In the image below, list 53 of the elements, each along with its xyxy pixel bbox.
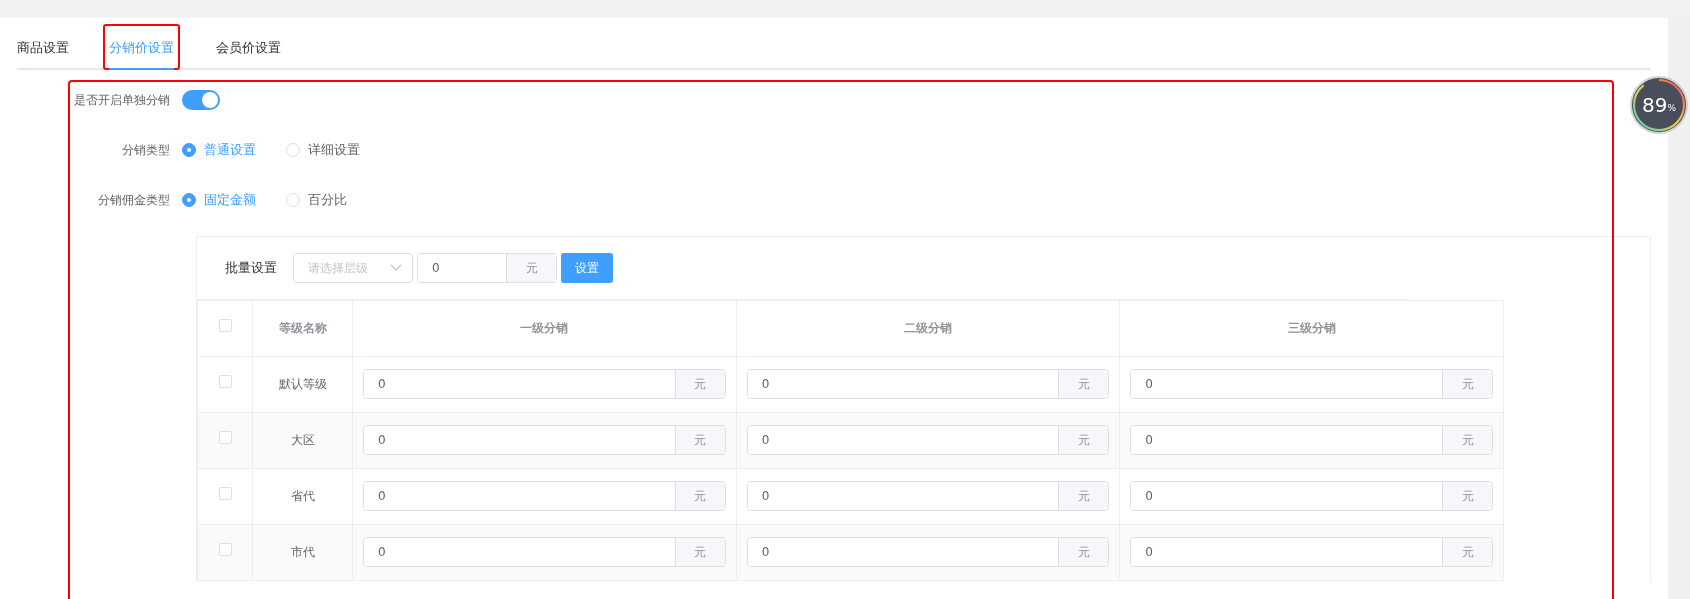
amount-field[interactable]: 0 元 <box>746 537 1110 567</box>
amount-field[interactable]: 0 元 <box>363 537 726 567</box>
amount-field[interactable]: 0 元 <box>746 425 1110 455</box>
tab[interactable]: 会员价设置 <box>216 30 281 70</box>
amount-field[interactable]: 0 元 <box>1130 425 1493 455</box>
checkbox[interactable] <box>218 375 232 388</box>
checkbox[interactable] <box>218 319 232 332</box>
unit-label: 元 <box>674 538 725 566</box>
unit-label: 元 <box>1442 370 1492 398</box>
amount-field[interactable]: 0 元 <box>1130 481 1493 511</box>
progress-ring-icon <box>1630 76 1688 134</box>
checkbox[interactable] <box>218 431 232 444</box>
amount-field[interactable]: 0 元 <box>363 369 726 399</box>
column-header: 三级分销 <box>1119 300 1504 356</box>
column-header: 一级分销 <box>352 300 737 356</box>
select-placeholder: 请选择层级 <box>308 259 368 277</box>
percent-value: 89 <box>1642 92 1668 119</box>
checkbox[interactable] <box>218 487 232 500</box>
unit-label: 元 <box>1442 482 1492 510</box>
field-label: 分销佣金类型 <box>97 191 171 209</box>
field-label: 是否开启单独分销 <box>73 91 171 109</box>
table-cell: 大区 <box>252 412 353 468</box>
unit-label: 元 <box>1442 426 1492 454</box>
unit-label: 元 <box>674 426 725 454</box>
amount-field[interactable]: 0 元 <box>746 369 1110 399</box>
unit-label: 元 <box>674 370 725 398</box>
amount-field[interactable]: 0 元 <box>363 425 726 455</box>
amount-field[interactable]: 0 元 <box>746 481 1110 511</box>
tab[interactable]: 商品设置 <box>17 30 69 70</box>
radio-option[interactable]: 详细设置 <box>286 139 360 160</box>
amount-field[interactable]: 0 元 <box>1130 537 1493 567</box>
unit-label: 元 <box>674 482 725 510</box>
checkbox[interactable] <box>218 543 232 556</box>
batch-label: 批量设置 <box>225 258 277 277</box>
column-header: 等级名称 <box>252 300 353 356</box>
unit-label: 元 <box>1058 482 1109 510</box>
field-label: 分销类型 <box>121 141 171 159</box>
toggle-switch[interactable] <box>182 89 220 110</box>
amount-field[interactable]: 0 元 <box>1130 369 1493 399</box>
chevron-down-icon <box>390 263 402 272</box>
radio-option[interactable]: 百分比 <box>286 189 347 210</box>
unit-label: 元 <box>506 253 556 282</box>
unit-label: 元 <box>1058 370 1109 398</box>
table-cell: 市代 <box>252 524 353 580</box>
unit-label: 元 <box>1058 538 1109 566</box>
amount-field[interactable]: 0 元 <box>363 481 726 511</box>
amount-field[interactable]: 0 元 <box>417 252 557 283</box>
percent-sign: % <box>1667 102 1676 116</box>
table-cell: 省代 <box>252 468 353 524</box>
table-cell: 默认等级 <box>252 356 353 412</box>
column-header: 二级分销 <box>736 300 1120 356</box>
unit-label: 元 <box>1058 426 1109 454</box>
unit-label: 元 <box>1442 538 1492 566</box>
